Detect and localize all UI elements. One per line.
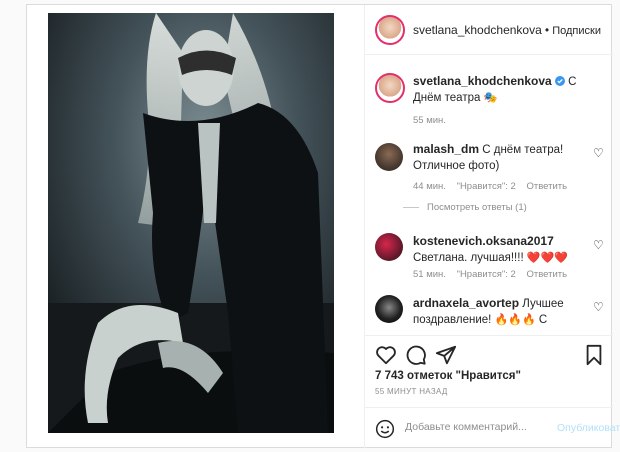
caption-text: svetlana_khodchenkova С Днём театра 🎭: [413, 73, 585, 106]
follow-button[interactable]: Подписки: [552, 25, 601, 37]
comment-like-icon[interactable]: ♡: [593, 301, 605, 313]
header-separator: •: [544, 24, 549, 37]
header-text: svetlana_khodchenkova • Подписки: [413, 23, 613, 37]
comment-likes[interactable]: "Нравится": 2: [457, 269, 516, 280]
comment-time: 44 мин.: [413, 181, 446, 192]
view-replies-button[interactable]: Посмотреть ответы (1): [403, 202, 527, 213]
heart-icon[interactable]: [375, 344, 397, 366]
comments-list: svetlana_khodchenkova С Днём театра 🎭 55…: [365, 61, 613, 329]
comment-meta: 44 мин. "Нравится": 2 Ответить: [413, 181, 575, 192]
action-bar: [365, 335, 613, 371]
author-username[interactable]: svetlana_khodchenkova: [413, 23, 542, 37]
post-card: svetlana_khodchenkova • Подписки svetlan…: [26, 4, 620, 448]
comment-input[interactable]: [405, 421, 555, 433]
comment-avatar[interactable]: [375, 295, 403, 323]
post-sidebar: svetlana_khodchenkova • Подписки svetlan…: [364, 5, 620, 448]
reply-button[interactable]: Ответить: [526, 181, 567, 192]
caption-time: 55 мин.: [413, 115, 446, 126]
caption-avatar[interactable]: [375, 73, 405, 103]
caption-author[interactable]: svetlana_khodchenkova: [413, 74, 552, 88]
comment-body: Светлана. лучшая!!!!: [413, 252, 524, 264]
post-photo[interactable]: [48, 13, 334, 433]
comment-username[interactable]: ardnaxela_avortep: [413, 296, 519, 310]
add-comment-row: Опубликовать: [365, 407, 620, 448]
bookmark-icon[interactable]: [583, 344, 605, 366]
comment-avatar[interactable]: [375, 143, 403, 171]
comment-text: malash_dm С днём театра! Отличное фото): [413, 141, 585, 174]
comment-emoji: 🔥🔥🔥: [494, 314, 536, 326]
caption-emoji: 🎭: [483, 92, 498, 104]
post-time: 55 МИНУТ НАЗАД: [375, 387, 448, 396]
verified-icon: [554, 76, 565, 86]
comment-meta: 51 мин. "Нравится": 2 Ответить: [413, 269, 575, 280]
reply-button[interactable]: Ответить: [526, 269, 567, 280]
likes-count[interactable]: 7 743 отметок "Нравится": [375, 370, 521, 382]
comment-text: ardnaxela_avortep Лучшее поздравление! 🔥…: [413, 295, 585, 329]
comment-like-icon[interactable]: ♡: [593, 147, 605, 159]
emoji-icon[interactable]: [375, 419, 395, 439]
publish-button[interactable]: Опубликовать: [557, 422, 620, 434]
author-avatar[interactable]: [375, 14, 405, 45]
share-icon[interactable]: [435, 344, 457, 366]
comment-like-icon[interactable]: ♡: [593, 239, 605, 251]
post-header: svetlana_khodchenkova • Подписки: [365, 5, 613, 55]
comment-emoji: ❤️❤️❤️: [526, 252, 568, 264]
comment-avatar[interactable]: [375, 233, 403, 261]
photo-image: [48, 13, 334, 433]
comment-likes[interactable]: "Нравится": 2: [457, 181, 516, 192]
comment-time: 51 мин.: [413, 269, 446, 280]
comment-icon[interactable]: [405, 344, 427, 366]
comment-username[interactable]: malash_dm: [413, 142, 479, 156]
comment-text: kostenevich.oksana2017 Светлана. лучшая!…: [413, 233, 585, 266]
comment-username[interactable]: kostenevich.oksana2017: [413, 234, 554, 248]
